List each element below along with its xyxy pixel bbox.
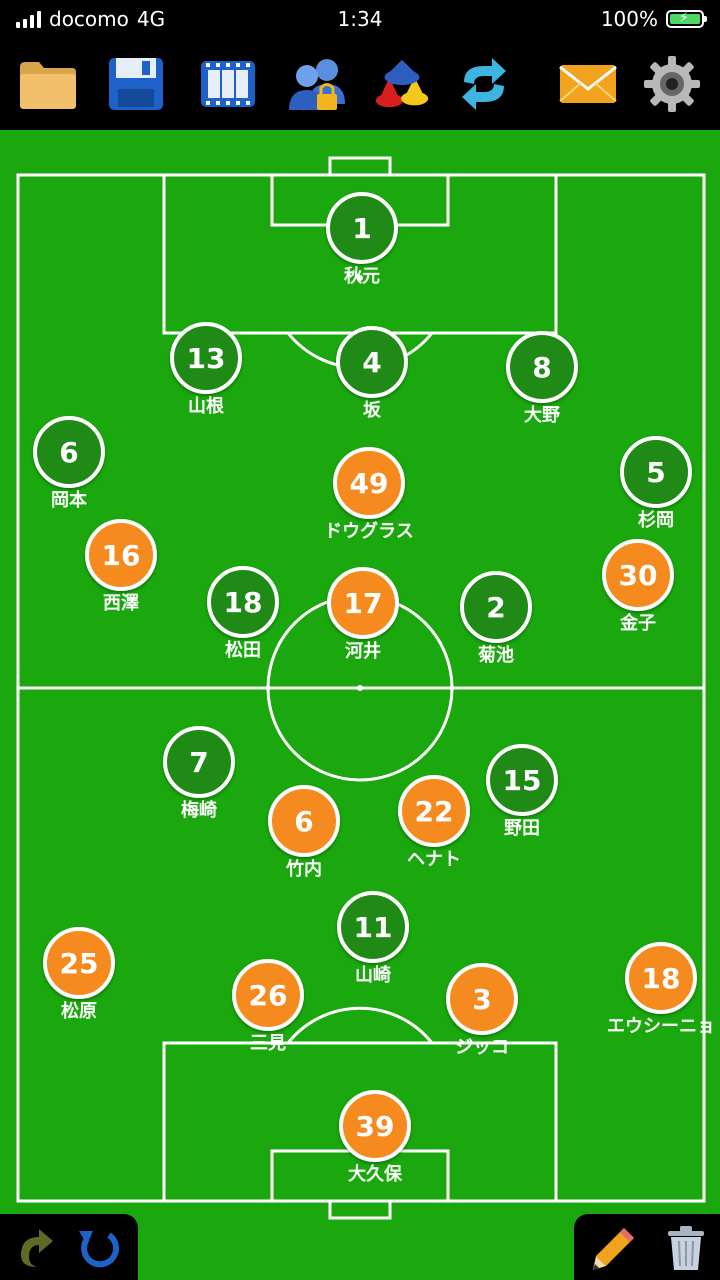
player-marker[interactable]: 26 xyxy=(232,959,304,1031)
player-marker[interactable]: 22 xyxy=(398,775,470,847)
player-name: 金子 xyxy=(620,613,656,634)
player-marker[interactable]: 3 xyxy=(446,963,518,1035)
player-marker[interactable]: 17 xyxy=(327,567,399,639)
save-button[interactable] xyxy=(104,52,168,116)
player-name: ジッコ xyxy=(455,1037,509,1058)
player-marker[interactable]: 1 xyxy=(326,192,398,264)
player-marker[interactable]: 6 xyxy=(33,416,105,488)
history-controls xyxy=(0,1214,138,1280)
toolbar xyxy=(0,40,720,130)
player-name: ドウグラス xyxy=(324,521,414,542)
player-marker[interactable]: 16 xyxy=(85,519,157,591)
player-name: 杉岡 xyxy=(638,510,674,531)
player-name: 大久保 xyxy=(348,1164,402,1185)
player-marker[interactable]: 4 xyxy=(336,326,408,398)
undo-button[interactable] xyxy=(72,1222,124,1274)
player-marker[interactable]: 49 xyxy=(333,447,405,519)
player-name: エウシーニョ xyxy=(607,1016,715,1037)
redo-button[interactable] xyxy=(10,1222,62,1274)
gear-icon xyxy=(644,56,700,112)
team-lock-icon xyxy=(289,59,345,110)
player-marker[interactable]: 11 xyxy=(337,891,409,963)
trash-icon xyxy=(668,1226,704,1270)
player-name: 松原 xyxy=(61,1001,97,1022)
flip-button[interactable] xyxy=(452,52,516,116)
player-name: 西澤 xyxy=(103,593,139,614)
draw-controls xyxy=(574,1214,720,1280)
player-name: 坂 xyxy=(363,400,381,421)
status-bar: docomo 4G 1:34 100% ⚡ xyxy=(0,0,720,40)
player-name: 山根 xyxy=(188,396,224,417)
team-button[interactable] xyxy=(286,52,350,116)
markers-icon xyxy=(375,59,429,108)
player-name: 菊池 xyxy=(478,645,514,666)
player-marker[interactable]: 18 xyxy=(207,566,279,638)
film-icon xyxy=(201,61,255,107)
player-name: ヘナト xyxy=(407,849,461,870)
player-marker[interactable]: 25 xyxy=(43,927,115,999)
save-icon xyxy=(109,58,163,110)
mail-icon xyxy=(559,65,617,103)
player-marker[interactable]: 7 xyxy=(163,726,235,798)
player-name: 山崎 xyxy=(355,965,391,986)
pencil-icon xyxy=(593,1228,634,1270)
undo-icon xyxy=(79,1231,120,1268)
player-marker[interactable]: 18 xyxy=(625,942,697,1014)
player-name: 岡本 xyxy=(51,490,87,511)
player-marker[interactable]: 2 xyxy=(460,571,532,643)
sync-icon xyxy=(462,58,506,110)
mail-button[interactable] xyxy=(556,52,620,116)
battery-icon: ⚡ xyxy=(666,10,707,28)
folder-icon xyxy=(20,62,76,109)
player-name: 三見 xyxy=(250,1033,286,1054)
open-button[interactable] xyxy=(16,52,80,116)
battery-percent: 100% xyxy=(600,7,658,31)
soccer-field[interactable]: 1 秋元 13 山根 4 坂 8 大野 6 岡本 49 ドウグラス 5 杉岡 16 西澤 30 金子 18 松田 17 河… xyxy=(0,130,720,1280)
player-marker[interactable]: 13 xyxy=(170,322,242,394)
settings-button[interactable] xyxy=(640,52,704,116)
player-marker[interactable]: 8 xyxy=(506,331,578,403)
player-name: 秋元 xyxy=(344,266,380,287)
markers-button[interactable] xyxy=(370,52,434,116)
player-marker[interactable]: 6 xyxy=(268,785,340,857)
animation-button[interactable] xyxy=(196,52,260,116)
player-marker[interactable]: 15 xyxy=(486,744,558,816)
redo-icon xyxy=(21,1229,53,1267)
draw-button[interactable] xyxy=(588,1222,640,1274)
delete-button[interactable] xyxy=(660,1222,712,1274)
player-name: 大野 xyxy=(524,405,560,426)
player-name: 梅崎 xyxy=(181,800,217,821)
player-marker[interactable]: 30 xyxy=(602,539,674,611)
player-marker[interactable]: 5 xyxy=(620,436,692,508)
player-marker[interactable]: 39 xyxy=(339,1090,411,1162)
